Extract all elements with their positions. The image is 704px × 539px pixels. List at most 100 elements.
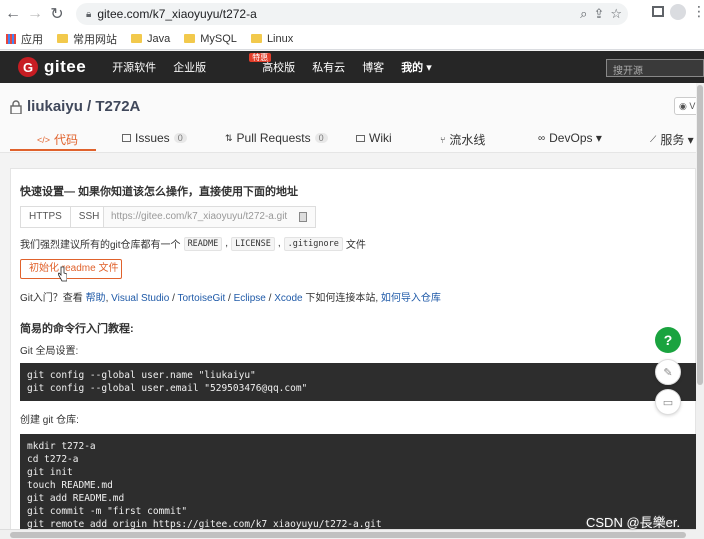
git-help-middle: 下如何连接本站, (305, 293, 379, 304)
nav-blog[interactable]: 博客 (362, 59, 384, 75)
quick-setup-title: 快速设置— 如果你知道该怎么操作，直接使用下面的地址 (20, 186, 299, 198)
csdn-watermark: CSDN @長樂er. (586, 515, 681, 530)
nav-education[interactable]: 高校版 (262, 59, 295, 75)
wiki-book-icon (356, 134, 365, 142)
url-text: gitee.com/k7_xiaoyuyu/t272-a (97, 7, 257, 21)
bookmark-folder-mysql[interactable]: MySQL (184, 33, 237, 45)
license-chip: LICENSE (231, 236, 275, 251)
tortoisegit-link[interactable]: TortoiseGit (177, 293, 225, 304)
vertical-scroll-thumb[interactable] (697, 85, 703, 385)
nav-enterprise[interactable]: 企业版特惠 (173, 53, 272, 75)
bookmark-star-icon[interactable]: ☆ (610, 6, 622, 22)
site-header: G gitee 开源软件 企业版特惠 高校版 私有云 博客 我的 ▾ 搜开源 (0, 51, 704, 83)
tab-pipeline[interactable]: ⑂ 流水线 (440, 131, 485, 148)
gitee-logo-icon: G (18, 57, 38, 77)
pipeline-icon: ⑂ (440, 134, 446, 145)
menu-kebab-icon[interactable]: ⋮ (692, 3, 704, 20)
https-button[interactable]: HTTPS (20, 206, 70, 228)
bookmark-label: Linux (266, 32, 294, 45)
tab-issues[interactable]: Issues 0 (122, 131, 187, 145)
tab-wiki[interactable]: Wiki (356, 131, 392, 145)
recommend-suffix: 文件 (345, 240, 366, 251)
tab-pull-requests[interactable]: ⇅ Pull Requests 0 (225, 131, 328, 145)
chat-icon[interactable]: ▭ (655, 389, 681, 415)
tab-label: Wiki (369, 131, 392, 145)
tab-label: Pull Requests (236, 131, 311, 145)
nav-private-cloud[interactable]: 私有云 (312, 59, 345, 75)
services-icon: ⟋ (650, 134, 657, 144)
global-config-code[interactable]: git config --global user.name "liukaiyu"… (20, 363, 696, 401)
folder-icon (57, 34, 68, 43)
nav-mine[interactable]: 我的 ▾ (401, 59, 432, 75)
recommend-text: 我们强烈建议所有的git仓库都有一个 README, LICENSE, .git… (20, 236, 366, 251)
create-repo-label: 创建 git 仓库: (20, 415, 79, 426)
repo-header: liukaiyu / T272A ◉ V </> 代码 Issues 0 ⇅ P… (0, 83, 704, 153)
bookmark-label: 应用 (21, 33, 43, 46)
git-help-text: Git入门？查看 帮助, Visual Studio / TortoiseGit… (20, 293, 441, 304)
help-link[interactable]: 帮助 (86, 293, 106, 304)
init-readme-button[interactable]: 初始化 readme 文件 (20, 259, 122, 279)
tab-devops[interactable]: ∞ DevOps ▾ (538, 131, 602, 145)
cli-tutorial-title: 简易的命令行入门教程: (20, 323, 134, 335)
recommend-prefix: 我们强烈建议所有的git仓库都有一个 (20, 240, 181, 251)
address-bar[interactable]: 🔒︎ gitee.com/k7_xiaoyuyu/t272-a ⌕ ⇪ ☆ (76, 3, 628, 25)
folder-icon (184, 34, 196, 43)
bookmark-folder-java[interactable]: Java (131, 33, 170, 45)
lock-icon: 🔒︎ (86, 8, 92, 20)
eclipse-link[interactable]: Eclipse (234, 293, 266, 304)
horizontal-scroll-thumb[interactable] (10, 532, 686, 538)
share-icon[interactable]: ⇪ (593, 6, 604, 22)
sidepanel-icon[interactable] (652, 6, 664, 17)
tab-code[interactable]: </> 代码 (37, 131, 78, 148)
nav-open-source[interactable]: 开源软件 (112, 59, 156, 75)
main-nav: 开源软件 企业版特惠 高校版 私有云 博客 我的 ▾ (112, 53, 449, 75)
pr-count-badge: 0 (314, 133, 328, 143)
tab-services[interactable]: ⟋ 服务 ▾ (650, 131, 694, 148)
gitee-logo[interactable]: G gitee (18, 57, 86, 77)
profile-avatar-icon[interactable] (670, 3, 686, 20)
back-icon[interactable]: ← (2, 3, 24, 25)
site-search-input[interactable]: 搜开源 (606, 59, 704, 77)
private-lock-icon (10, 99, 22, 115)
readme-chip: README (183, 236, 223, 251)
nav-enterprise-label: 企业版 (173, 62, 207, 74)
quick-setup-card: 快速设置— 如果你知道该怎么操作，直接使用下面的地址 HTTPS SSH htt… (10, 168, 696, 539)
tab-label: 代码 (54, 133, 79, 147)
folder-icon (131, 34, 142, 43)
bookmark-label: 常用网站 (73, 33, 117, 46)
pull-request-icon: ⇅ (225, 132, 233, 143)
help-float-button[interactable]: ? (655, 327, 681, 353)
reload-icon[interactable]: ↻ (46, 3, 68, 25)
visual-studio-link[interactable]: Visual Studio (111, 293, 169, 304)
global-settings-label: Git 全局设置: (20, 346, 79, 357)
git-help-prefix: Git入门？查看 (20, 293, 83, 304)
code-icon: </> (37, 134, 51, 145)
gitignore-chip: .gitignore (283, 236, 343, 251)
bookmark-folder-linux[interactable]: Linux (250, 32, 294, 45)
bookmark-label: MySQL (200, 32, 237, 45)
import-repo-link[interactable]: 如何导入仓库 (381, 293, 441, 304)
clone-url-field[interactable]: https://gitee.com/k7_xiaoyuyu/t272-a.git (103, 206, 316, 228)
protocol-switch: HTTPS SSH (20, 206, 109, 228)
bookmark-folder-common[interactable]: 常用网站 (57, 31, 117, 47)
repo-name[interactable]: liukaiyu / T272A (27, 98, 140, 115)
active-tab-indicator (10, 149, 96, 151)
forward-icon[interactable]: → (24, 3, 46, 25)
bookmark-apps[interactable]: 应用 (6, 31, 43, 47)
clone-url-text: https://gitee.com/k7_xiaoyuyu/t272-a.git (111, 211, 288, 222)
copy-icon[interactable] (299, 212, 307, 222)
issues-icon (122, 134, 131, 142)
feedback-edit-icon[interactable]: ✎ (655, 359, 681, 385)
folder-icon (250, 34, 262, 43)
zoom-icon[interactable]: ⌕ (580, 6, 587, 22)
vertical-scrollbar[interactable] (696, 83, 704, 539)
bookmarks-bar: 应用 常用网站 Java MySQL Linux (0, 28, 704, 50)
hand-cursor-icon (58, 266, 67, 282)
bookmark-label: Java (147, 32, 171, 45)
tab-label: Issues (135, 131, 170, 145)
apps-grid-icon (6, 33, 16, 44)
tab-label: 流水线 (449, 133, 486, 147)
tab-label: 服务 ▾ (660, 133, 694, 147)
tab-label: DevOps ▾ (549, 131, 602, 145)
xcode-link[interactable]: Xcode (274, 293, 302, 304)
